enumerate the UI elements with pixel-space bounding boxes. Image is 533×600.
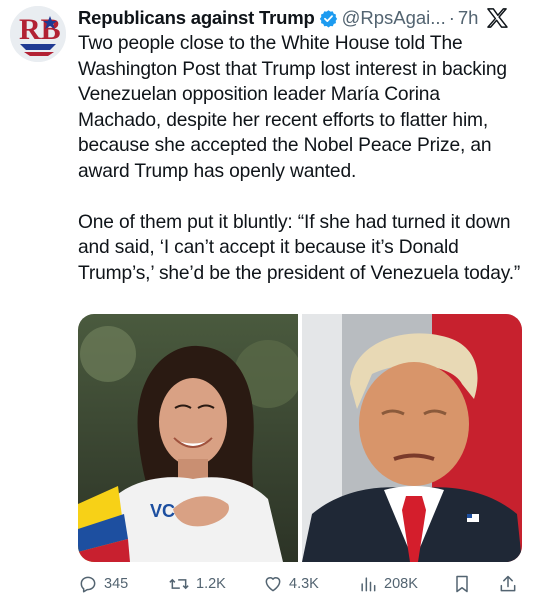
share-button[interactable] [498, 574, 518, 594]
reply-icon [78, 574, 98, 594]
x-logo-icon [486, 8, 509, 28]
bookmark-icon [452, 574, 472, 594]
repost-button[interactable]: 1.2K [168, 574, 226, 594]
timestamp[interactable]: 7h [458, 7, 479, 29]
verified-badge-icon[interactable] [319, 9, 338, 28]
reply-button[interactable]: 345 [78, 574, 128, 594]
tweet[interactable]: RB Republicans against Trump @RpsAgai...… [0, 0, 533, 600]
like-count: 4.3K [289, 576, 319, 592]
separator-dot: · [448, 7, 455, 28]
media-grid: VC [78, 314, 522, 562]
repost-icon [168, 574, 190, 594]
media-image-2[interactable] [302, 314, 522, 562]
bookmark-button[interactable] [452, 574, 472, 594]
views-button[interactable]: 208K [358, 574, 418, 594]
media-image-1[interactable]: VC [78, 314, 298, 562]
reply-count: 345 [104, 576, 129, 592]
views-icon [358, 574, 378, 594]
handle[interactable]: @RpsAgai... [342, 7, 446, 29]
heart-icon [263, 574, 283, 594]
avatar[interactable]: RB [10, 6, 66, 62]
views-count: 208K [384, 576, 418, 592]
like-button[interactable]: 4.3K [263, 574, 319, 594]
tweet-paragraph-2: One of them put it bluntly: “If she had … [78, 211, 521, 284]
tweet-header: Republicans against Trump @RpsAgai... · … [78, 4, 526, 32]
share-icon [498, 574, 518, 594]
display-name[interactable]: Republicans against Trump [78, 7, 315, 29]
avatar-letter-r: RB [19, 13, 61, 46]
tweet-text: Two people close to the White House told… [78, 31, 528, 286]
action-bar: 345 1.2K 4.3K 208K [78, 572, 526, 596]
tweet-paragraph-1: Two people close to the White House told… [78, 33, 507, 182]
svg-text:VC: VC [150, 501, 175, 521]
repost-count: 1.2K [196, 576, 226, 592]
